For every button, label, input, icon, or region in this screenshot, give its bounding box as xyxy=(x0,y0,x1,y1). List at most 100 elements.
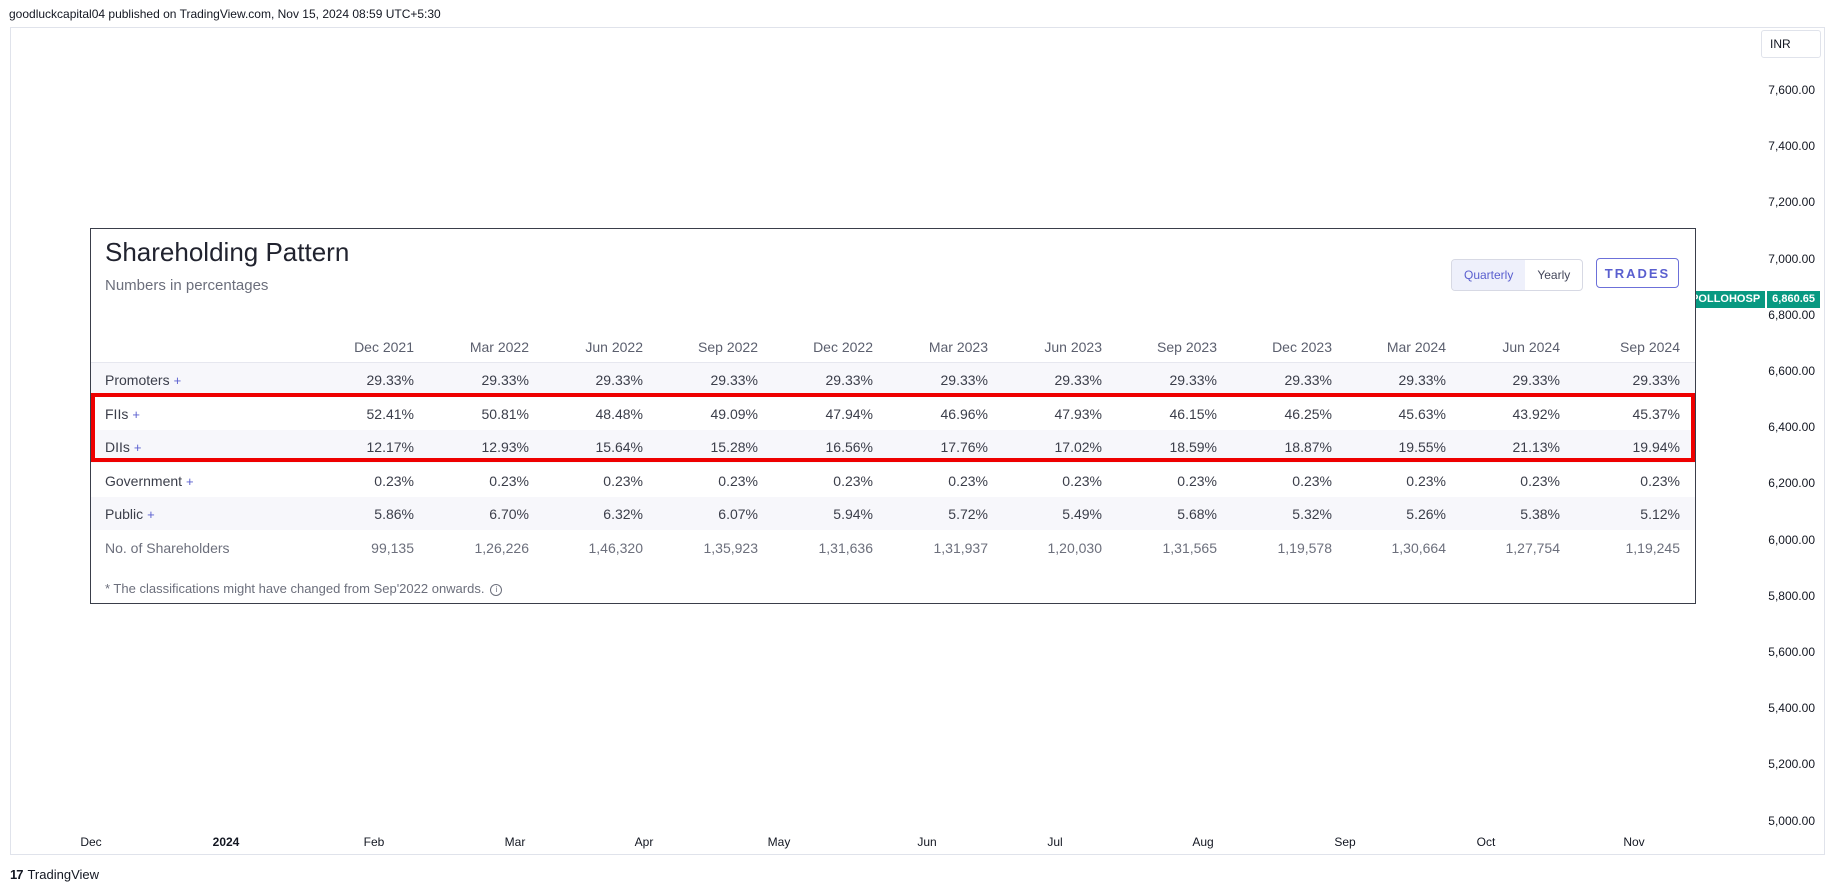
table-cell: 1,31,937 xyxy=(933,539,989,556)
column-header: Mar 2024 xyxy=(1386,339,1446,355)
table-cell: 29.33% xyxy=(595,372,643,388)
time-axis-label: 2024 xyxy=(212,835,240,849)
time-axis-label: May xyxy=(767,835,791,849)
table-cell: 1,19,578 xyxy=(1277,539,1333,556)
time-axis-label: Jun xyxy=(917,835,937,849)
publisher-line: goodluckcapital04 published on TradingVi… xyxy=(9,7,441,21)
table-cell: 0.23% xyxy=(1520,472,1560,489)
table-cell: 29.33% xyxy=(1632,372,1680,388)
price-axis-label: 6,600.00 xyxy=(1768,364,1815,378)
price-axis-label: 6,000.00 xyxy=(1768,532,1815,547)
table-cell: 29.33% xyxy=(1169,372,1217,388)
row-label-text: Promoters xyxy=(105,372,170,388)
table-cell: 5.68% xyxy=(1177,506,1217,522)
brand-label: TradingView xyxy=(27,867,100,882)
price-axis-label: 5,600.00 xyxy=(1768,645,1815,659)
time-axis-label: Nov xyxy=(1623,835,1645,849)
time-axis-label: Mar xyxy=(504,835,526,849)
trades-button[interactable]: TRADES xyxy=(1596,258,1679,288)
table-cell: 5.94% xyxy=(833,506,873,522)
table-cell: 29.33% xyxy=(710,372,758,388)
price-axis-label: 6,200.00 xyxy=(1768,476,1815,491)
period-toggle: Quarterly Yearly xyxy=(1451,259,1584,291)
table-cell: 5.32% xyxy=(1292,506,1332,522)
table-cell: 0.23% xyxy=(1062,472,1102,489)
table-cell: 0.23% xyxy=(833,472,873,489)
column-header: Sep 2022 xyxy=(698,339,758,355)
column-header: Mar 2022 xyxy=(469,339,529,355)
column-header: Dec 2022 xyxy=(813,339,873,355)
row-label-text: Public xyxy=(105,506,144,522)
table-cell: 0.23% xyxy=(374,472,414,489)
expand-plus-icon[interactable]: + xyxy=(147,507,155,522)
column-header: Sep 2023 xyxy=(1157,339,1217,355)
last-price-tag: APOLLOHOSP 6,860.65 xyxy=(1678,291,1820,308)
column-header: Jun 2022 xyxy=(585,339,643,355)
expand-plus-icon[interactable]: + xyxy=(186,474,194,489)
table-row: No. of Shareholders 99,135 1,26,226 1,46,32… xyxy=(91,531,1695,564)
column-header: Jun 2024 xyxy=(1502,339,1560,355)
table-cell: 1,27,754 xyxy=(1505,539,1561,556)
table-cell: 1,46,320 xyxy=(588,539,644,556)
table-cell: 29.33% xyxy=(1054,372,1102,388)
table-cell: 1,19,245 xyxy=(1625,539,1681,556)
table-cell: 0.23% xyxy=(489,472,529,489)
column-header: Sep 2024 xyxy=(1620,339,1680,355)
time-axis-label: Apr xyxy=(634,835,654,849)
toggle-yearly[interactable]: Yearly xyxy=(1525,260,1582,290)
table-cell: 0.23% xyxy=(603,472,643,489)
table-cell: 1,35,923 xyxy=(703,539,759,556)
table-cell: 99,135 xyxy=(371,539,414,556)
table-cell: 29.33% xyxy=(1512,372,1560,388)
time-axis-label: Jul xyxy=(1047,835,1063,849)
info-icon[interactable]: i xyxy=(490,584,503,596)
table-header: Dec 2021 Mar 2022 Jun 2022 Sep 2022 Dec 2022… xyxy=(91,337,1695,361)
panel-title: Shareholding Pattern xyxy=(105,237,350,267)
table-cell: 29.33% xyxy=(940,372,988,388)
table-cell: 5.49% xyxy=(1062,506,1102,522)
table-cell: 0.23% xyxy=(718,472,758,489)
time-axis-label: Oct xyxy=(1476,835,1496,849)
price-axis-label: 5,800.00 xyxy=(1768,588,1815,603)
row-label: Public + xyxy=(105,506,155,522)
table-cell: 5.12% xyxy=(1640,506,1680,522)
note-text: * The classifications might have changed… xyxy=(105,581,485,596)
table-cell: 6.07% xyxy=(718,506,758,522)
table-cell: 0.23% xyxy=(1406,472,1446,489)
table-cell: 1,30,664 xyxy=(1391,539,1447,556)
table-cell: 29.33% xyxy=(481,372,529,388)
expand-plus-icon[interactable]: + xyxy=(174,373,182,388)
column-header: Mar 2023 xyxy=(928,339,988,355)
column-header: Dec 2023 xyxy=(1272,339,1332,355)
table-cell: 1,31,565 xyxy=(1162,539,1218,556)
currency-selector[interactable]: INR xyxy=(1761,30,1821,58)
tradingview-brand[interactable]: 17 TradingView xyxy=(10,867,99,882)
column-header: Jun 2023 xyxy=(1044,339,1102,355)
price-axis-label: 7,600.00 xyxy=(1768,83,1815,97)
column-header: Dec 2021 xyxy=(354,339,414,355)
row-label: Promoters + xyxy=(105,372,181,388)
table-cell: 6.32% xyxy=(603,506,643,522)
time-axis-label: Aug xyxy=(1192,835,1214,849)
classification-note: * The classifications might have changed… xyxy=(105,581,503,596)
table-cell: 6.70% xyxy=(489,506,529,522)
last-price-label: 6,860.65 xyxy=(1767,291,1820,308)
row-label: Government + xyxy=(105,473,194,489)
table-row[interactable]: Government + 0.23% 0.23% 0.23% 0.23% 0.23% 0.23… xyxy=(91,464,1695,497)
price-axis-label: 7,200.00 xyxy=(1768,195,1815,210)
table-row[interactable]: Promoters +29.33% 29.33% 29.33% 29.33% 29.33%… xyxy=(91,363,1695,396)
price-axis-label: 5,400.00 xyxy=(1768,701,1815,716)
table-row[interactable]: Public +5.86% 6.70% 6.32% 6.07% 5.94% 5.72% 5.4… xyxy=(91,497,1695,530)
row-label: No. of Shareholders xyxy=(105,540,230,556)
price-axis-label: 5,000.00 xyxy=(1768,813,1815,828)
table-cell: 29.33% xyxy=(1284,372,1332,388)
price-axis-label: 7,400.00 xyxy=(1768,139,1815,154)
highlight-box xyxy=(91,393,1695,462)
table-cell: 29.33% xyxy=(1398,372,1446,388)
table-cell: 29.33% xyxy=(366,372,414,388)
price-axis-label: 7,000.00 xyxy=(1768,251,1815,266)
table-cell: 5.26% xyxy=(1406,506,1446,522)
table-cell: 0.23% xyxy=(1640,472,1680,489)
table-cell: 0.23% xyxy=(1177,472,1217,489)
toggle-quarterly[interactable]: Quarterly xyxy=(1452,260,1526,290)
